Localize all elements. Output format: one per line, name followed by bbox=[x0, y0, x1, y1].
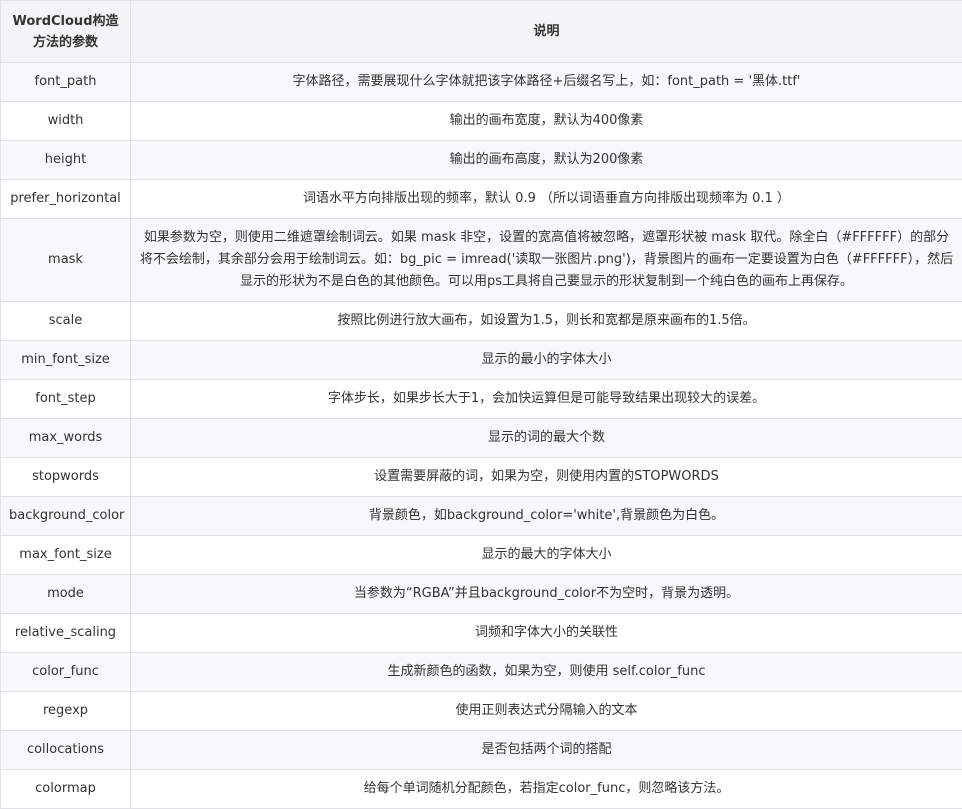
table-row: regexp使用正则表达式分隔输入的文本 bbox=[1, 692, 962, 731]
param-description-cell: 如果参数为空，则使用二维遮罩绘制词云。如果 mask 非空，设置的宽高值将被忽略… bbox=[131, 219, 962, 302]
parameter-table: WordCloud构造方法的参数 说明 font_path字体路径，需要展现什么… bbox=[0, 0, 962, 809]
param-name-cell: max_words bbox=[1, 419, 131, 458]
table-row: width输出的画布宽度，默认为400像素 bbox=[1, 102, 962, 141]
table-row: height输出的画布高度，默认为200像素 bbox=[1, 141, 962, 180]
table-header: WordCloud构造方法的参数 说明 bbox=[1, 1, 962, 63]
param-name-cell: height bbox=[1, 141, 131, 180]
param-name-cell: collocations bbox=[1, 731, 131, 770]
param-name-cell: relative_scaling bbox=[1, 614, 131, 653]
param-name-cell: max_font_size bbox=[1, 536, 131, 575]
param-description-cell: 词语水平方向排版出现的频率，默认 0.9 （所以词语垂直方向排版出现频率为 0.… bbox=[131, 180, 962, 219]
header-row: WordCloud构造方法的参数 说明 bbox=[1, 1, 962, 63]
param-description-cell: 是否包括两个词的搭配 bbox=[131, 731, 962, 770]
param-name-cell: mask bbox=[1, 219, 131, 302]
table-row: relative_scaling词频和字体大小的关联性 bbox=[1, 614, 962, 653]
table-row: background_color背景颜色，如background_color='… bbox=[1, 497, 962, 536]
table-row: scale按照比例进行放大画布，如设置为1.5，则长和宽都是原来画布的1.5倍。 bbox=[1, 302, 962, 341]
param-description-cell: 当参数为“RGBA”并且background_color不为空时，背景为透明。 bbox=[131, 575, 962, 614]
param-name-cell: font_path bbox=[1, 63, 131, 102]
param-description-cell: 输出的画布高度，默认为200像素 bbox=[131, 141, 962, 180]
param-name-cell: color_func bbox=[1, 653, 131, 692]
param-description-cell: 按照比例进行放大画布，如设置为1.5，则长和宽都是原来画布的1.5倍。 bbox=[131, 302, 962, 341]
param-name-cell: prefer_horizontal bbox=[1, 180, 131, 219]
param-description-cell: 使用正则表达式分隔输入的文本 bbox=[131, 692, 962, 731]
param-description-cell: 背景颜色，如background_color='white',背景颜色为白色。 bbox=[131, 497, 962, 536]
param-name-cell: scale bbox=[1, 302, 131, 341]
table-row: stopwords设置需要屏蔽的词，如果为空，则使用内置的STOPWORDS bbox=[1, 458, 962, 497]
param-description-cell: 显示的最大的字体大小 bbox=[131, 536, 962, 575]
table-row: mode当参数为“RGBA”并且background_color不为空时，背景为… bbox=[1, 575, 962, 614]
param-description-cell: 显示的最小的字体大小 bbox=[131, 341, 962, 380]
param-name-cell: font_step bbox=[1, 380, 131, 419]
header-description: 说明 bbox=[131, 1, 962, 63]
param-name-cell: width bbox=[1, 102, 131, 141]
param-name-cell: mode bbox=[1, 575, 131, 614]
table-row: max_words显示的词的最大个数 bbox=[1, 419, 962, 458]
table-row: font_path字体路径，需要展现什么字体就把该字体路径+后缀名写上，如：fo… bbox=[1, 63, 962, 102]
table-body: font_path字体路径，需要展现什么字体就把该字体路径+后缀名写上，如：fo… bbox=[1, 63, 962, 809]
param-description-cell: 显示的词的最大个数 bbox=[131, 419, 962, 458]
param-name-cell: regexp bbox=[1, 692, 131, 731]
param-name-cell: background_color bbox=[1, 497, 131, 536]
table-row: collocations是否包括两个词的搭配 bbox=[1, 731, 962, 770]
param-name-cell: min_font_size bbox=[1, 341, 131, 380]
table-row: mask如果参数为空，则使用二维遮罩绘制词云。如果 mask 非空，设置的宽高值… bbox=[1, 219, 962, 302]
param-name-cell: stopwords bbox=[1, 458, 131, 497]
table-row: font_step字体步长，如果步长大于1，会加快运算但是可能导致结果出现较大的… bbox=[1, 380, 962, 419]
param-description-cell: 字体步长，如果步长大于1，会加快运算但是可能导致结果出现较大的误差。 bbox=[131, 380, 962, 419]
table-row: prefer_horizontal词语水平方向排版出现的频率，默认 0.9 （所… bbox=[1, 180, 962, 219]
param-description-cell: 设置需要屏蔽的词，如果为空，则使用内置的STOPWORDS bbox=[131, 458, 962, 497]
param-description-cell: 生成新颜色的函数，如果为空，则使用 self.color_func bbox=[131, 653, 962, 692]
param-description-cell: 字体路径，需要展现什么字体就把该字体路径+后缀名写上，如：font_path =… bbox=[131, 63, 962, 102]
table-row: color_func生成新颜色的函数，如果为空，则使用 self.color_f… bbox=[1, 653, 962, 692]
table-row: min_font_size显示的最小的字体大小 bbox=[1, 341, 962, 380]
param-description-cell: 词频和字体大小的关联性 bbox=[131, 614, 962, 653]
table-row: max_font_size显示的最大的字体大小 bbox=[1, 536, 962, 575]
param-description-cell: 输出的画布宽度，默认为400像素 bbox=[131, 102, 962, 141]
header-param: WordCloud构造方法的参数 bbox=[1, 1, 131, 63]
